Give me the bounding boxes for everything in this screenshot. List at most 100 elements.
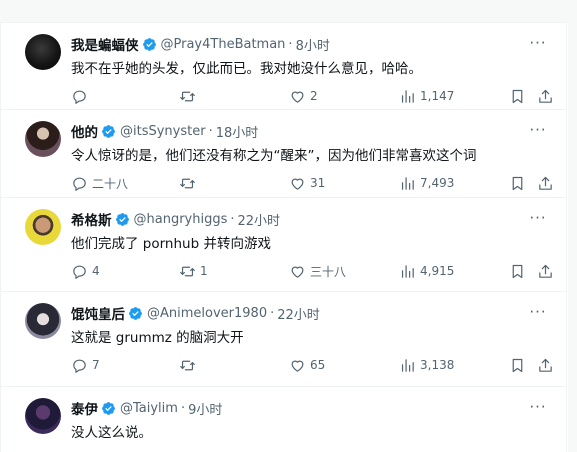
reply-feed: 我是蝙蝠侠 @Pray4TheBatman · 8小时 ··· 我不在乎她的头发… xyxy=(0,22,567,452)
feed-top-gap xyxy=(0,0,577,22)
avatar[interactable] xyxy=(25,303,61,339)
more-options-icon[interactable]: ··· xyxy=(528,36,548,51)
separator-dot: · xyxy=(270,305,275,321)
tweet-header: 他的 @itsSynyster · 18小时 xyxy=(71,121,259,142)
retweet-button[interactable]: 1 xyxy=(179,261,208,281)
like-button[interactable]: 2 xyxy=(289,86,318,106)
avatar[interactable] xyxy=(25,121,61,157)
more-options-icon[interactable]: ··· xyxy=(528,400,548,415)
timestamp[interactable]: 22小时 xyxy=(277,304,320,323)
retweet-icon xyxy=(180,91,195,101)
separator-dot: · xyxy=(230,211,235,227)
separator-dot: · xyxy=(208,123,213,139)
more-options-icon[interactable]: ··· xyxy=(528,123,548,138)
bookmark-icon xyxy=(512,264,523,278)
tweet-actions: 二十八 31 7,493 xyxy=(71,173,554,193)
heart-icon xyxy=(291,360,304,372)
tweet-header: 馄饨皇后 @Animelover1980 · 22小时 xyxy=(71,303,320,324)
like-button[interactable]: 31 xyxy=(289,173,325,193)
tweet-text: 这就是 grummz 的脑洞大开 xyxy=(71,330,244,346)
reply-button[interactable] xyxy=(71,86,92,106)
tweet-text: 他们完成了 pornhub 并转向游戏 xyxy=(71,236,271,252)
view-count: 7,493 xyxy=(420,176,455,190)
view-count: 1,147 xyxy=(420,89,455,103)
verified-badge-icon xyxy=(129,306,142,320)
like-button[interactable]: 三十八 xyxy=(289,261,346,281)
tweet[interactable]: 他的 @itsSynyster · 18小时 ··· 令人惊讶的是，他们还没有称… xyxy=(1,109,566,197)
view-count: 3,138 xyxy=(420,358,455,372)
retweet-button[interactable] xyxy=(179,173,200,193)
heart-icon xyxy=(291,266,304,278)
tweet[interactable]: 泰伊 @Taiylim · 9小时 ··· 没人这么说。 xyxy=(1,386,566,452)
separator-dot: · xyxy=(180,400,186,416)
views-button[interactable]: 1,147 xyxy=(399,86,454,106)
tweet-header: 希格斯 @hangryhiggs · 22小时 xyxy=(71,209,281,230)
reply-count: 二十八 xyxy=(92,176,129,191)
bookmark-button[interactable] xyxy=(509,173,526,193)
bookmark-button[interactable] xyxy=(509,355,526,375)
avatar[interactable] xyxy=(25,34,61,70)
tweet[interactable]: 希格斯 @hangryhiggs · 22小时 ··· 他们完成了 pornhu… xyxy=(1,197,566,291)
display-name[interactable]: 希格斯 xyxy=(71,209,112,229)
verified-badge-icon xyxy=(102,124,115,138)
tweet-actions: 4 1 三十八 4,915 xyxy=(71,261,554,281)
reply-icon xyxy=(73,90,86,104)
user-handle[interactable]: @Animelover1980 xyxy=(147,306,267,321)
views-button[interactable]: 3,138 xyxy=(399,355,454,375)
views-chart-icon xyxy=(401,176,414,190)
tweet-header: 泰伊 @Taiylim · 9小时 xyxy=(71,398,222,419)
verified-badge-icon xyxy=(142,37,156,51)
scrollbar-track[interactable] xyxy=(568,0,577,452)
heart-icon xyxy=(291,91,304,103)
retweet-icon xyxy=(180,266,195,276)
reply-count: 7 xyxy=(92,358,100,372)
share-icon xyxy=(539,89,552,103)
reply-button[interactable]: 4 xyxy=(71,261,100,281)
retweet-button[interactable] xyxy=(179,86,200,106)
like-count: 31 xyxy=(310,176,326,190)
user-handle[interactable]: @hangryhiggs xyxy=(134,212,228,227)
tweet-text: 没人这么说。 xyxy=(71,425,152,441)
views-button[interactable]: 7,493 xyxy=(399,173,454,193)
reply-icon xyxy=(73,265,86,279)
display-name[interactable]: 泰伊 xyxy=(71,398,98,418)
more-options-icon[interactable]: ··· xyxy=(528,305,548,320)
tweet[interactable]: 馄饨皇后 @Animelover1980 · 22小时 ··· 这就是 grum… xyxy=(1,291,566,386)
bookmark-icon xyxy=(512,176,523,190)
retweet-count: 1 xyxy=(200,264,208,278)
retweet-icon xyxy=(180,178,195,188)
share-button[interactable] xyxy=(537,173,554,193)
share-icon xyxy=(539,176,552,190)
tweet-header: 我是蝙蝠侠 @Pray4TheBatman · 8小时 xyxy=(71,34,330,55)
display-name[interactable]: 馄饨皇后 xyxy=(71,303,125,323)
avatar[interactable] xyxy=(25,209,61,245)
timestamp[interactable]: 18小时 xyxy=(216,122,259,141)
reply-button[interactable]: 二十八 xyxy=(71,173,128,193)
separator-dot: · xyxy=(288,36,293,52)
bookmark-icon xyxy=(512,358,523,372)
more-options-icon[interactable]: ··· xyxy=(528,211,548,226)
user-handle[interactable]: @itsSynyster xyxy=(120,124,206,139)
share-button[interactable] xyxy=(537,355,554,375)
tweet[interactable]: 我是蝙蝠侠 @Pray4TheBatman · 8小时 ··· 我不在乎她的头发… xyxy=(1,22,566,109)
timestamp[interactable]: 9小时 xyxy=(188,399,222,418)
bookmark-button[interactable] xyxy=(509,86,526,106)
bookmark-icon xyxy=(512,89,523,103)
views-button[interactable]: 4,915 xyxy=(399,261,454,281)
share-button[interactable] xyxy=(537,261,554,281)
like-button[interactable]: 65 xyxy=(289,355,325,375)
display-name[interactable]: 我是蝙蝠侠 xyxy=(71,34,139,54)
share-button[interactable] xyxy=(537,86,554,106)
display-name[interactable]: 他的 xyxy=(71,121,98,141)
bookmark-button[interactable] xyxy=(509,261,526,281)
timestamp[interactable]: 22小时 xyxy=(238,210,281,229)
like-count: 三十八 xyxy=(310,264,347,279)
timestamp[interactable]: 8小时 xyxy=(296,35,330,54)
reply-button[interactable]: 7 xyxy=(71,355,100,375)
tweet-actions: 2 1,147 xyxy=(71,86,554,106)
avatar[interactable] xyxy=(25,398,61,434)
view-count: 4,915 xyxy=(420,264,455,278)
user-handle[interactable]: @Taiylim xyxy=(120,401,178,416)
retweet-button[interactable] xyxy=(179,355,200,375)
user-handle[interactable]: @Pray4TheBatman xyxy=(161,37,286,52)
